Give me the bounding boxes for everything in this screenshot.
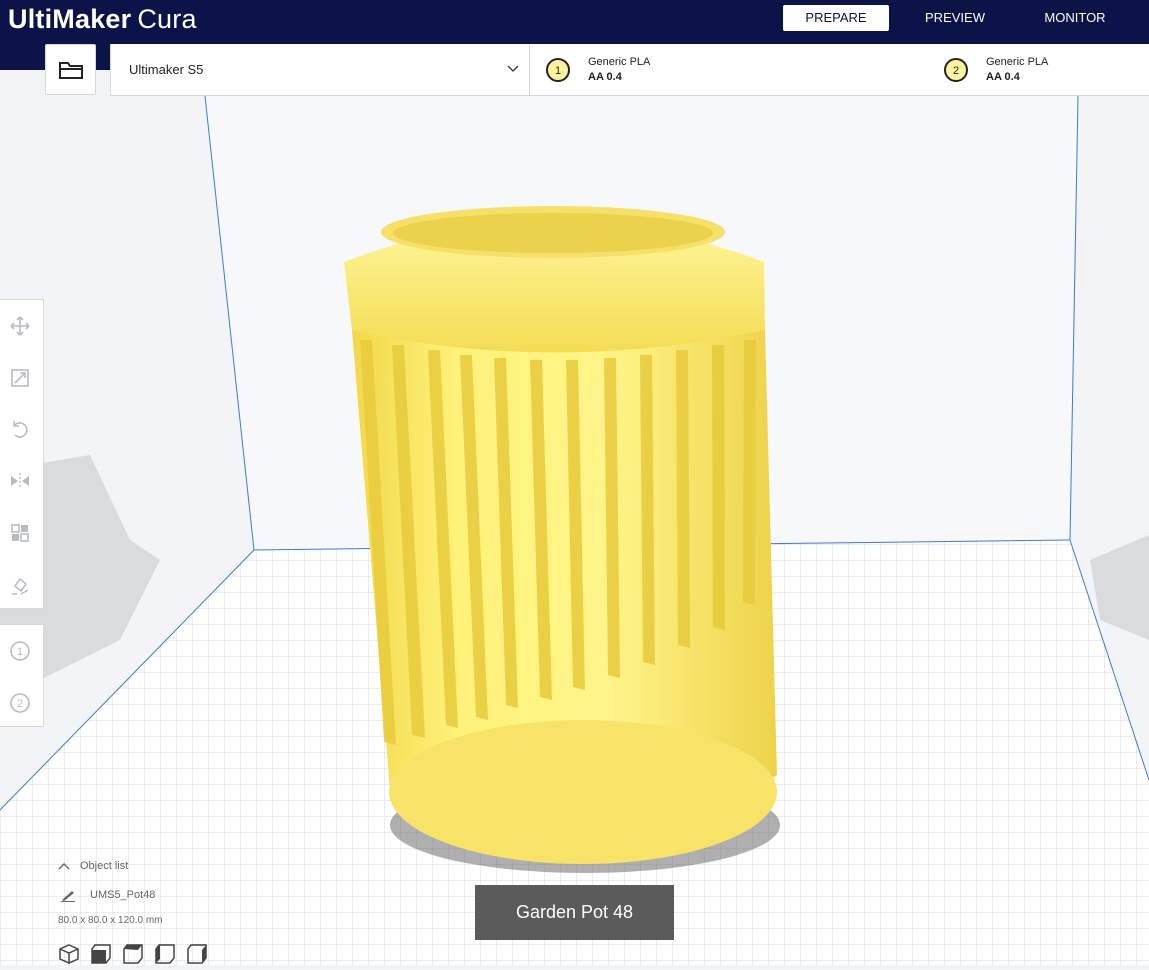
app-header: UltiMaker Cura PREPARE PREVIEW MONITOR <box>0 0 1149 44</box>
svg-text:1: 1 <box>17 646 23 658</box>
object-name-row[interactable]: UMS5_Pot48 <box>60 888 155 902</box>
extruder-icon: 2 <box>10 693 30 713</box>
support-blocker-button[interactable] <box>6 571 34 599</box>
mirror-tool-button[interactable] <box>6 467 34 495</box>
tab-prepare[interactable]: PREPARE <box>783 5 889 31</box>
tool-panel <box>0 299 44 609</box>
extruder-2-material: Generic PLA <box>986 56 1049 68</box>
front-view-icon[interactable] <box>90 943 112 965</box>
extruder-1-material: Generic PLA <box>588 56 651 68</box>
per-model-settings-icon <box>11 524 29 542</box>
open-file-button[interactable] <box>45 44 96 95</box>
extruder-2-tool-button[interactable]: 2 <box>6 689 34 717</box>
logo-product: Cura <box>137 4 197 34</box>
3d-viewport[interactable] <box>0 95 1149 965</box>
object-name: UMS5_Pot48 <box>90 889 156 901</box>
camera-view-buttons <box>58 943 218 965</box>
extruder-tool-panel: 1 2 <box>0 624 44 727</box>
right-view-icon[interactable] <box>186 943 208 965</box>
extruder-2-selector[interactable]: 2 Generic PLA AA 0.4 <box>943 44 1143 95</box>
extruder-icon: 1 <box>10 641 30 661</box>
extruder-1-tool-button[interactable]: 1 <box>6 637 34 665</box>
extruder-2-nozzle: AA 0.4 <box>986 71 1020 83</box>
machine-selector[interactable]: Ultimaker S5 <box>111 44 530 95</box>
chevron-down-icon <box>507 65 519 73</box>
svg-text:2: 2 <box>17 698 23 710</box>
extruder-1-selector[interactable]: 1 Generic PLA AA 0.4 <box>545 44 925 95</box>
rotate-tool-button[interactable] <box>6 415 34 443</box>
move-icon <box>10 316 30 336</box>
printer-selector-bar: Ultimaker S5 1 Generic PLA AA 0.4 2 Gene… <box>110 44 1149 96</box>
tab-preview[interactable]: PREVIEW <box>895 5 1015 31</box>
scene-canvas <box>0 95 1149 965</box>
model-garden-pot[interactable] <box>344 206 777 864</box>
object-list-toggle[interactable]: Object list <box>58 860 128 872</box>
app-logo: UltiMaker Cura <box>8 4 197 34</box>
extruder-badge-icon: 1 <box>546 58 570 82</box>
machine-name: Ultimaker S5 <box>129 62 204 77</box>
mirror-icon <box>11 473 29 489</box>
svg-text:1: 1 <box>555 65 561 77</box>
object-list-label: Object list <box>80 860 129 872</box>
left-view-icon[interactable] <box>154 943 176 965</box>
extruder-badge-icon: 2 <box>944 58 968 82</box>
chevron-up-icon <box>58 863 70 870</box>
stage-tabs: PREPARE PREVIEW MONITOR <box>783 5 1135 31</box>
logo-brand: UltiMaker <box>8 4 132 34</box>
folder-icon <box>58 61 83 79</box>
tab-monitor[interactable]: MONITOR <box>1015 5 1135 31</box>
extruder-1-nozzle: AA 0.4 <box>588 71 622 83</box>
scale-icon <box>11 369 29 387</box>
object-dimensions: 80.0 x 80.0 x 120.0 mm <box>58 915 163 926</box>
pencil-icon <box>61 891 75 902</box>
svg-text:2: 2 <box>953 65 959 77</box>
rotate-icon <box>13 421 28 438</box>
support-blocker-icon <box>12 577 29 595</box>
move-tool-button[interactable] <box>6 312 34 340</box>
per-model-settings-button[interactable] <box>6 519 34 547</box>
3d-view-icon[interactable] <box>58 943 80 965</box>
scale-tool-button[interactable] <box>6 364 34 392</box>
top-view-icon[interactable] <box>122 943 144 965</box>
model-tooltip: Garden Pot 48 <box>475 885 674 940</box>
